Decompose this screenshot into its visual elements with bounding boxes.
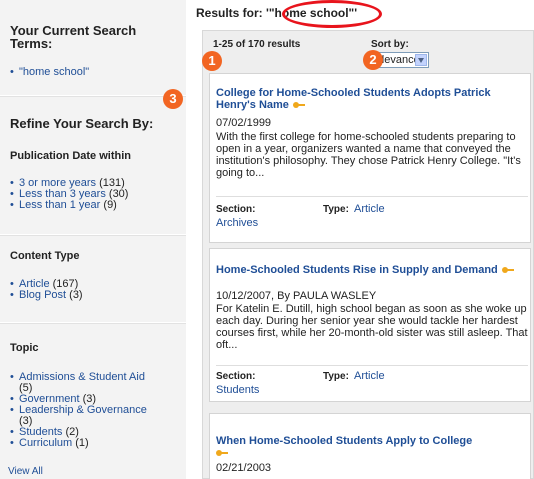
content-type-block: Content Type Article (167) Blog Post (3) [0,235,186,322]
result-card: Home-Schooled Students Rise in Supply an… [209,248,531,402]
filter-label[interactable]: Less than 1 year [19,199,100,211]
search-terms-title: Your Current Search Terms: [10,23,137,51]
results-count: 1-25 of 170 results [213,39,301,50]
sort-label: Sort by: [371,39,409,50]
refine-title: Refine Your Search By: [10,116,154,131]
filter-curriculum[interactable]: Curriculum (1) [8,437,184,450]
result-footer: Section: Students Type: Article [216,365,528,401]
search-terms-list: "home school" [8,66,89,79]
result-title-text[interactable]: Home-Schooled Students Rise in Supply an… [216,264,498,276]
key-icon [501,266,514,274]
content-type-title: Content Type [10,250,80,262]
result-snippet: For Katelin E. Dutill, high school began… [216,303,528,351]
key-icon [216,449,228,457]
result-footer: Section: Archives Type: Article [216,196,528,240]
result-title-text[interactable]: College for Home-Schooled Students Adopt… [216,87,491,111]
result-title-link[interactable]: College for Home-Schooled Students Adopt… [216,87,516,111]
result-card: When Home-Schooled Students Apply to Col… [209,413,531,479]
view-all-link[interactable]: View All [8,466,43,477]
results-panel: 1-25 of 170 results Sort by: relevance C… [202,30,534,479]
chevron-down-icon[interactable] [415,54,427,66]
result-meta: 07/02/1999 [216,117,272,129]
result-card: College for Home-Schooled Students Adopt… [209,73,531,243]
filter-less-than-1-year[interactable]: Less than 1 year (9) [8,199,128,212]
callout-badge-2: 2 [363,50,383,70]
filter-label[interactable]: Curriculum [19,437,72,449]
section-label: Section: [216,204,256,215]
publication-date-list: 3 or more years (131) Less than 3 years … [8,178,128,212]
search-term-item[interactable]: "home school" [8,66,89,79]
filter-count: (9) [103,199,117,211]
topic-list: Admissions & Student Aid(5) Government (… [8,372,184,450]
filter-count: (1) [75,437,89,449]
result-title-link[interactable]: When Home-Schooled Students Apply to Col… [216,435,516,459]
topic-title: Topic [10,342,39,354]
content-type-list: Article (167) Blog Post (3) [8,279,83,302]
filter-label[interactable]: Leadership & Governance [19,404,147,416]
type-label: Type: [323,371,349,382]
filter-label[interactable]: Blog Post [19,289,66,301]
results-main: Results for: '"home school"' 1-25 of 170… [196,0,534,479]
publication-date-title: Publication Date within [10,150,132,162]
filter-blog-post[interactable]: Blog Post (3) [8,289,83,302]
result-snippet: With the first college for home-schooled… [216,131,521,179]
search-term-link[interactable]: "home school" [19,66,89,78]
result-meta: 02/21/2003 [216,462,272,474]
type-label: Type: [323,204,349,215]
section-label: Section: [216,371,256,382]
section-link[interactable]: Students [216,384,259,396]
refine-block: Refine Your Search By: Publication Date … [0,96,186,234]
type-link[interactable]: Article [354,370,385,382]
topic-block: Topic Admissions & Student Aid(5) Govern… [0,323,186,479]
highlight-circle [282,0,382,28]
result-title-text[interactable]: When Home-Schooled Students Apply to Col… [216,435,472,447]
filter-admissions[interactable]: Admissions & Student Aid(5) [8,372,184,394]
filter-leadership[interactable]: Leadership & Governance(3) [8,405,184,427]
type-link[interactable]: Article [354,203,385,215]
filter-label[interactable]: Admissions & Student Aid [19,371,145,383]
current-search-terms-block: Your Current Search Terms: "home school" [0,0,186,95]
callout-badge-3: 3 [163,89,183,109]
result-title-link[interactable]: Home-Schooled Students Rise in Supply an… [216,264,516,276]
result-meta: 10/12/2007, By PAULA WASLEY [216,290,377,302]
key-icon [292,101,305,109]
callout-badge-1: 1 [202,51,222,71]
section-link[interactable]: Archives [216,217,258,229]
sidebar: Your Current Search Terms: "home school"… [0,0,186,479]
filter-count: (3) [69,289,83,301]
